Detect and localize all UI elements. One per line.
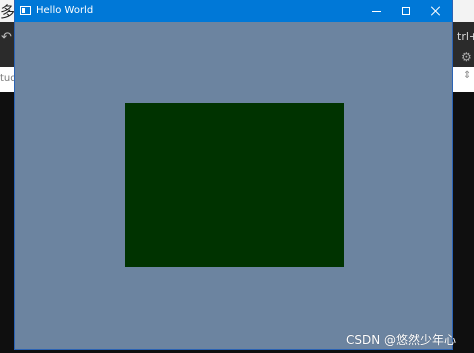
render-canvas	[15, 22, 452, 349]
minimize-button[interactable]	[360, 0, 392, 22]
window-title: Hello World	[36, 5, 94, 16]
sort-icon: ⇕	[463, 70, 472, 81]
maximize-button[interactable]	[390, 0, 422, 22]
app-icon	[20, 6, 31, 15]
background-app-glyph: 多	[0, 3, 16, 21]
minimize-icon	[371, 10, 381, 12]
window-titlebar[interactable]: Hello World	[15, 0, 452, 22]
watermark: CSDN @悠然少年心	[346, 333, 457, 347]
undo-icon: ↶	[1, 30, 12, 45]
screen: 多 ↶ trl+C ⚙ tudi ⇕ Hello World CSDN @悠然少…	[0, 0, 474, 353]
hello-world-window: Hello World	[15, 0, 452, 349]
maximize-icon	[402, 7, 410, 15]
green-rectangle	[125, 103, 344, 267]
close-button[interactable]	[420, 0, 452, 22]
close-icon	[431, 6, 441, 16]
background-shortcut-label: trl+C	[457, 30, 474, 43]
gear-icon: ⚙	[461, 50, 472, 64]
